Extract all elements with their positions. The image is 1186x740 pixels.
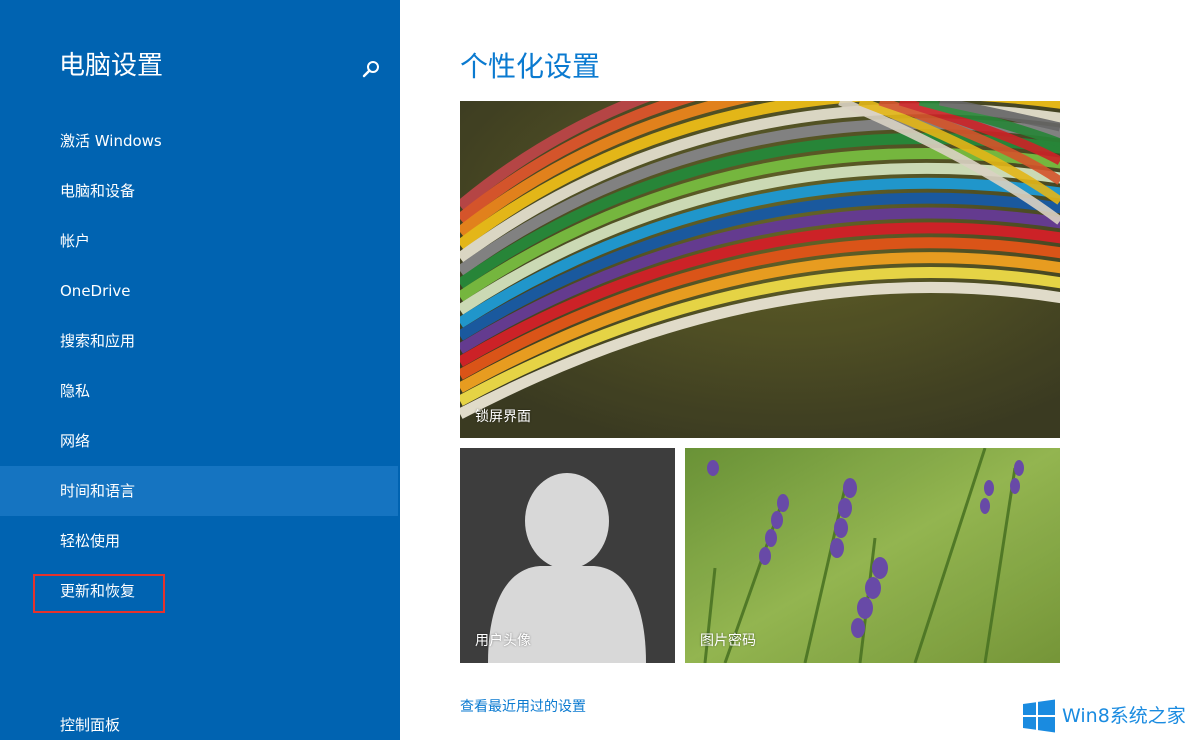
picture-password-label: 图片密码 bbox=[700, 633, 756, 649]
lock-screen-image bbox=[460, 101, 1060, 438]
sidebar-item-privacy[interactable]: 隐私 bbox=[0, 366, 400, 416]
sidebar-nav: 激活 Windows 电脑和设备 帐户 OneDrive 搜索和应用 隐私 网络… bbox=[0, 116, 400, 616]
control-panel-link[interactable]: 控制面板 bbox=[60, 714, 120, 736]
account-picture-label: 用户头像 bbox=[475, 633, 531, 649]
sidebar: 电脑设置 激活 Windows 电脑和设备 帐户 OneDrive 搜索和应用 … bbox=[0, 0, 400, 740]
sidebar-item-onedrive[interactable]: OneDrive bbox=[0, 266, 400, 316]
watermark-text: Win8系统之家 bbox=[1062, 705, 1186, 727]
page-title: 个性化设置 bbox=[460, 50, 601, 83]
watermark: Win8系统之家 bbox=[1022, 697, 1186, 735]
sidebar-item-activate-windows[interactable]: 激活 Windows bbox=[0, 116, 400, 166]
sidebar-item-accounts[interactable]: 帐户 bbox=[0, 216, 400, 266]
sidebar-item-network[interactable]: 网络 bbox=[0, 416, 400, 466]
sidebar-item-pc-and-devices[interactable]: 电脑和设备 bbox=[0, 166, 400, 216]
picture-password-tile[interactable]: 图片密码 bbox=[685, 448, 1060, 663]
recent-settings-link[interactable]: 查看最近用过的设置 bbox=[460, 697, 586, 717]
sidebar-item-ease-of-access[interactable]: 轻松使用 bbox=[0, 516, 400, 566]
sidebar-title: 电脑设置 bbox=[59, 51, 164, 81]
lock-screen-label: 锁屏界面 bbox=[475, 409, 531, 425]
lock-screen-tile[interactable]: 锁屏界面 bbox=[460, 101, 1060, 438]
account-picture-tile[interactable]: 用户头像 bbox=[460, 448, 675, 663]
sidebar-item-time-and-language[interactable]: 时间和语言 bbox=[0, 466, 398, 516]
windows-logo-icon bbox=[1023, 699, 1055, 733]
sidebar-item-search-and-apps[interactable]: 搜索和应用 bbox=[0, 316, 400, 366]
search-icon[interactable] bbox=[360, 58, 382, 80]
sidebar-item-update-and-recovery[interactable]: 更新和恢复 bbox=[0, 566, 400, 616]
